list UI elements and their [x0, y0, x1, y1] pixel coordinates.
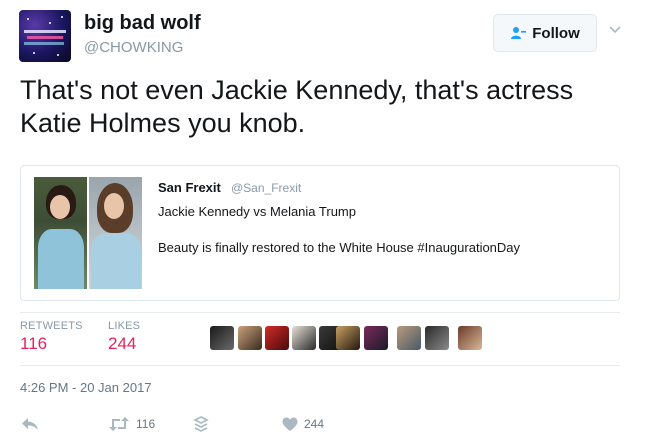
display-name[interactable]: big bad wolf — [84, 12, 201, 35]
reply-button[interactable] — [20, 414, 40, 434]
retweet-count: 116 — [136, 417, 156, 431]
retweets-label[interactable]: RETWEETS — [20, 320, 83, 332]
like-button[interactable]: 244 — [282, 414, 324, 434]
retweet-icon — [109, 417, 129, 431]
quoted-text-line2: Beauty is finally restored to the White … — [158, 240, 521, 255]
avatar[interactable] — [19, 10, 71, 62]
retweet-button[interactable]: 116 — [108, 414, 155, 434]
quoted-photo-right — [89, 177, 142, 289]
tweet-text: That's not even Jackie Kennedy, that's a… — [20, 75, 574, 138]
liker-avatar[interactable] — [425, 326, 449, 350]
liker-avatar[interactable] — [397, 326, 421, 350]
likes-label[interactable]: LIKES — [108, 320, 140, 332]
like-count: 244 — [304, 417, 325, 431]
follow-button[interactable]: Follow — [493, 14, 597, 52]
liker-avatar[interactable] — [265, 326, 289, 350]
liker-avatar[interactable] — [364, 326, 388, 350]
divider — [20, 365, 620, 366]
liker-avatar[interactable] — [210, 326, 234, 350]
add-to-moment-button[interactable] — [193, 414, 209, 434]
likes-count[interactable]: 244 — [108, 334, 136, 354]
divider — [20, 312, 620, 313]
stack-icon — [193, 416, 209, 432]
user-handle[interactable]: @CHOWKING — [84, 39, 183, 56]
reply-icon — [22, 418, 38, 430]
quoted-display-name[interactable]: San Frexit — [158, 180, 221, 195]
chevron-down-icon[interactable] — [608, 24, 622, 36]
heart-icon — [282, 417, 298, 431]
retweets-count[interactable]: 116 — [20, 334, 47, 354]
quoted-text-line1: Jackie Kennedy vs Melania Trump — [158, 204, 356, 219]
liker-avatar[interactable] — [292, 326, 316, 350]
liker-avatar[interactable] — [336, 326, 360, 350]
timestamp[interactable]: 4:26 PM - 20 Jan 2017 — [20, 380, 152, 395]
liker-avatar[interactable] — [238, 326, 262, 350]
add-user-icon — [511, 27, 527, 39]
follow-label: Follow — [532, 24, 580, 42]
quoted-photo-left — [34, 177, 87, 289]
liker-avatar[interactable] — [458, 326, 482, 350]
quoted-user-handle[interactable]: @San_Frexit — [231, 181, 301, 195]
